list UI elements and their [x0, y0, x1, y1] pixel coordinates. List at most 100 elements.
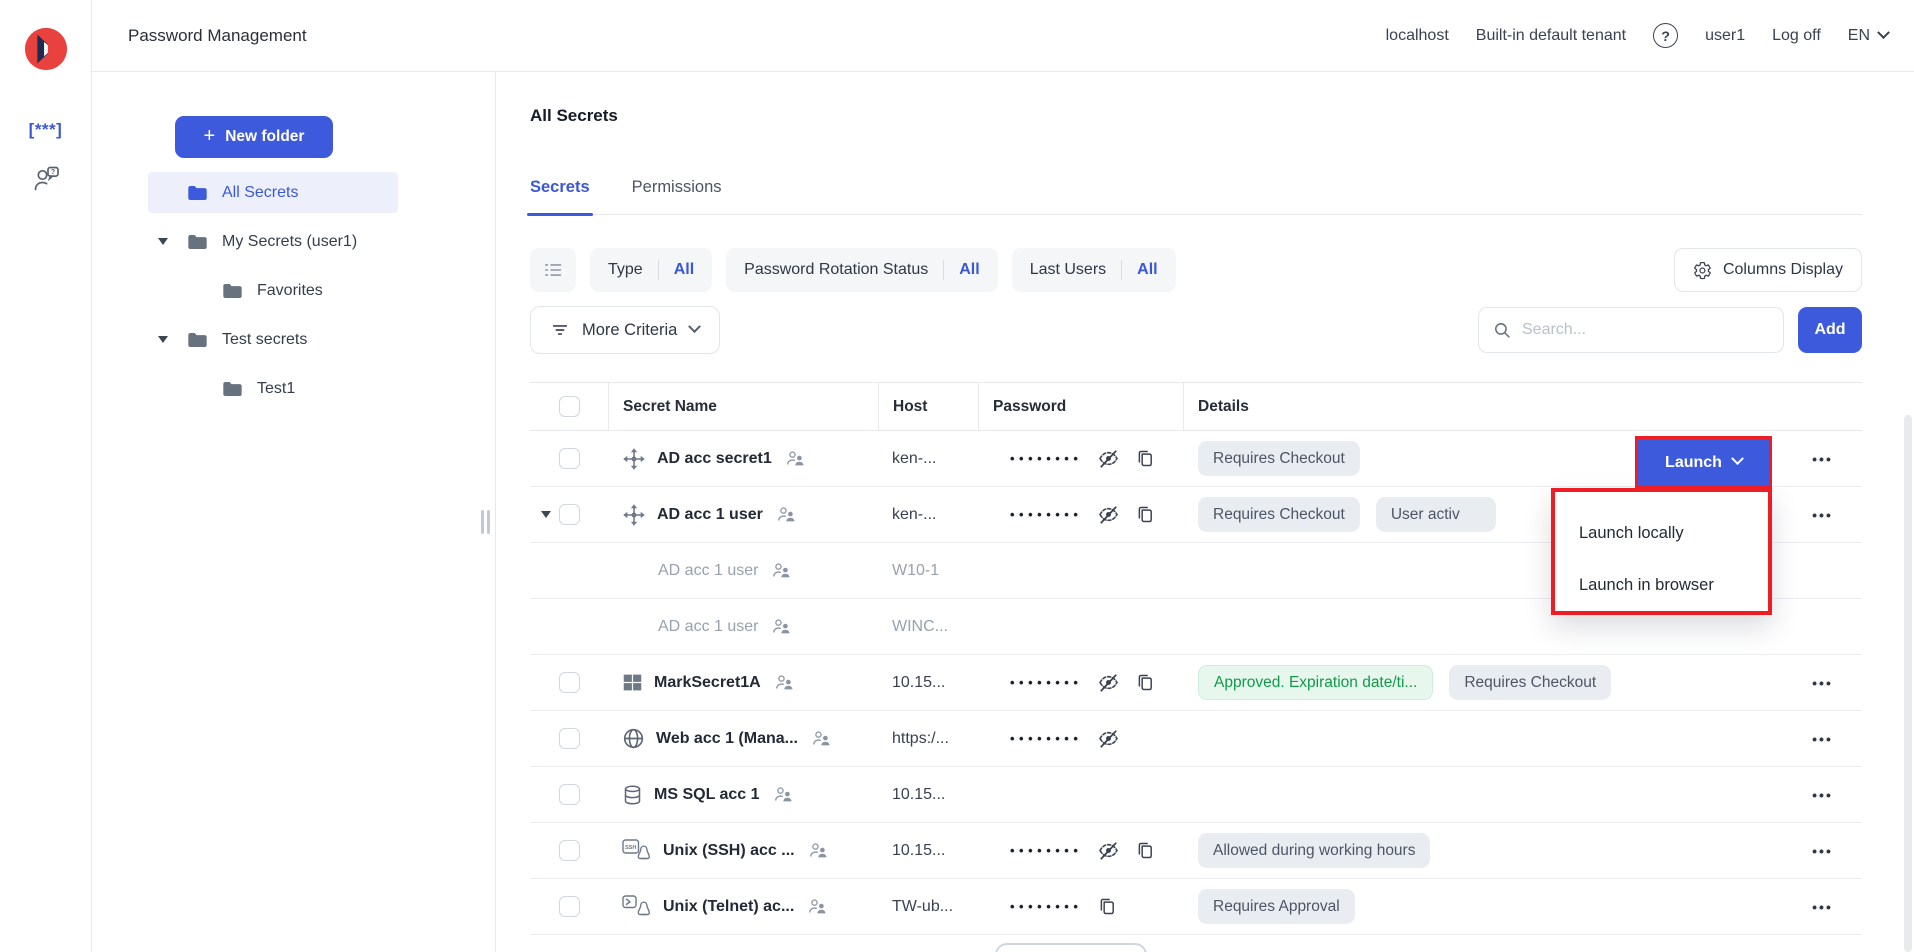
row-actions-button[interactable]: •••: [1812, 787, 1833, 803]
row-checkbox[interactable]: [559, 448, 580, 469]
tree-item-all-secrets[interactable]: All Secrets: [148, 172, 398, 213]
filter-type[interactable]: Type All: [590, 248, 712, 292]
detail-chip: Requires Checkout: [1449, 665, 1611, 700]
logoff-button[interactable]: Log off: [1772, 27, 1821, 45]
column-header-secret-name[interactable]: Secret Name: [608, 383, 878, 430]
resize-handle-icon[interactable]: [481, 510, 490, 534]
password-dots: ••••••••: [1010, 675, 1082, 690]
content-area: + New folder All Secrets My Secrets (use…: [92, 72, 1914, 952]
row-checkbox[interactable]: [559, 504, 580, 525]
top-bar: Password Management localhost Built-in d…: [92, 0, 1914, 72]
row-actions-button[interactable]: •••: [1812, 731, 1833, 747]
filter-lines-icon: [551, 321, 569, 339]
menu-item-launch-locally[interactable]: Launch locally: [1579, 508, 1768, 560]
tree-item-my-secrets[interactable]: My Secrets (user1): [148, 221, 398, 262]
telnet-icon: [622, 894, 652, 920]
filter-last-users[interactable]: Last Users All: [1012, 248, 1176, 292]
tab-secrets[interactable]: Secrets: [530, 178, 590, 197]
expand-row-caret-icon[interactable]: [541, 511, 551, 518]
columns-display-label: Columns Display: [1723, 261, 1843, 279]
tab-permissions[interactable]: Permissions: [632, 178, 722, 197]
help-icon[interactable]: ?: [1653, 23, 1678, 48]
filter-value: All: [959, 261, 979, 279]
row-actions-button[interactable]: •••: [1812, 451, 1833, 467]
caret-down-icon[interactable]: [158, 238, 168, 245]
shared-users-icon: [775, 674, 794, 691]
row-checkbox[interactable]: [559, 784, 580, 805]
copy-icon[interactable]: [1135, 448, 1156, 469]
eye-slash-icon[interactable]: [1097, 727, 1120, 750]
plus-icon: +: [204, 126, 216, 146]
shared-users-icon: [812, 730, 831, 747]
detail-chip: Requires Approval: [1198, 889, 1355, 924]
row-checkbox[interactable]: [559, 840, 580, 861]
tab-bar: Secrets Permissions: [530, 178, 1862, 215]
table-header-row: Secret Name Host Password Details: [530, 383, 1862, 431]
copy-icon[interactable]: [1097, 896, 1118, 917]
secrets-rail-icon[interactable]: [***]: [29, 120, 63, 140]
detail-chip: Requires Checkout: [1198, 497, 1360, 532]
columns-display-button[interactable]: Columns Display: [1674, 248, 1862, 292]
tree-item-favorites[interactable]: Favorites: [148, 270, 398, 311]
username-label[interactable]: user1: [1705, 27, 1745, 45]
add-button[interactable]: Add: [1798, 307, 1862, 353]
password-dots: ••••••••: [1010, 507, 1082, 522]
folder-icon: [187, 331, 208, 349]
password-dots: ••••••••: [1010, 731, 1082, 746]
table-row: Web acc 1 (Mana...https:/...•••••••••••: [530, 711, 1862, 767]
shared-users-icon: [774, 786, 793, 803]
ssh-icon: SSH: [622, 838, 652, 864]
language-selector[interactable]: EN: [1848, 27, 1888, 45]
caret-down-icon[interactable]: [158, 336, 168, 343]
secret-name: Web acc 1 (Mana...: [656, 730, 798, 748]
secret-name: Unix (Telnet) ac...: [663, 898, 794, 916]
user-help-rail-icon[interactable]: ?: [32, 166, 60, 198]
secret-name: AD acc secret1: [657, 450, 772, 468]
row-actions-button[interactable]: •••: [1812, 899, 1833, 915]
eye-slash-icon[interactable]: [1097, 447, 1120, 470]
app-logo-icon[interactable]: [23, 26, 69, 72]
copy-icon[interactable]: [1135, 504, 1156, 525]
host-value: WINC...: [892, 618, 948, 636]
copy-icon[interactable]: [1135, 840, 1156, 861]
eye-slash-icon[interactable]: [1097, 503, 1120, 526]
column-header-password[interactable]: Password: [978, 383, 1183, 430]
row-checkbox[interactable]: [559, 672, 580, 693]
host-value: W10-1: [892, 562, 939, 580]
host-value: ken-...: [892, 506, 936, 524]
more-criteria-button[interactable]: More Criteria: [530, 306, 720, 354]
tree-item-test-secrets[interactable]: Test secrets: [148, 319, 398, 360]
host-value: 10.15...: [892, 786, 945, 804]
panel-resize-divider[interactable]: [495, 72, 496, 952]
row-actions-button[interactable]: •••: [1812, 675, 1833, 691]
eye-slash-icon[interactable]: [1097, 671, 1120, 694]
windows-icon: [622, 672, 643, 693]
host-value: TW-ub...: [892, 898, 953, 916]
folder-icon: [222, 282, 243, 300]
svg-text:SSH: SSH: [625, 844, 637, 850]
menu-item-launch-in-browser[interactable]: Launch in browser: [1579, 560, 1768, 612]
launch-button[interactable]: Launch: [1635, 436, 1772, 489]
row-actions-button[interactable]: •••: [1812, 507, 1833, 523]
row-actions-button[interactable]: •••: [1812, 843, 1833, 859]
chevron-down-icon: [688, 320, 701, 333]
vertical-scrollbar[interactable]: [1904, 415, 1912, 952]
copy-icon[interactable]: [1135, 672, 1156, 693]
search-input[interactable]: [1522, 321, 1769, 339]
eye-slash-icon[interactable]: [1097, 839, 1120, 862]
column-header-details[interactable]: Details: [1183, 383, 1633, 430]
detail-chip: Allowed during working hours: [1198, 833, 1430, 868]
select-all-checkbox[interactable]: [559, 396, 580, 417]
svg-text:?: ?: [50, 169, 54, 176]
column-header-host[interactable]: Host: [878, 383, 978, 430]
list-view-button[interactable]: [530, 248, 576, 292]
new-folder-button[interactable]: + New folder: [175, 116, 333, 158]
filter-password-rotation-status[interactable]: Password Rotation Status All: [726, 248, 998, 292]
row-checkbox[interactable]: [559, 728, 580, 749]
tree-item-test1[interactable]: Test1: [148, 368, 398, 409]
table-row: SSHUnix (SSH) acc ...10.15...••••••••All…: [530, 823, 1862, 879]
row-checkbox[interactable]: [559, 896, 580, 917]
ad-icon: [622, 503, 646, 527]
host-value: 10.15...: [892, 674, 945, 692]
detail-chip: Requires Checkout: [1198, 441, 1360, 476]
